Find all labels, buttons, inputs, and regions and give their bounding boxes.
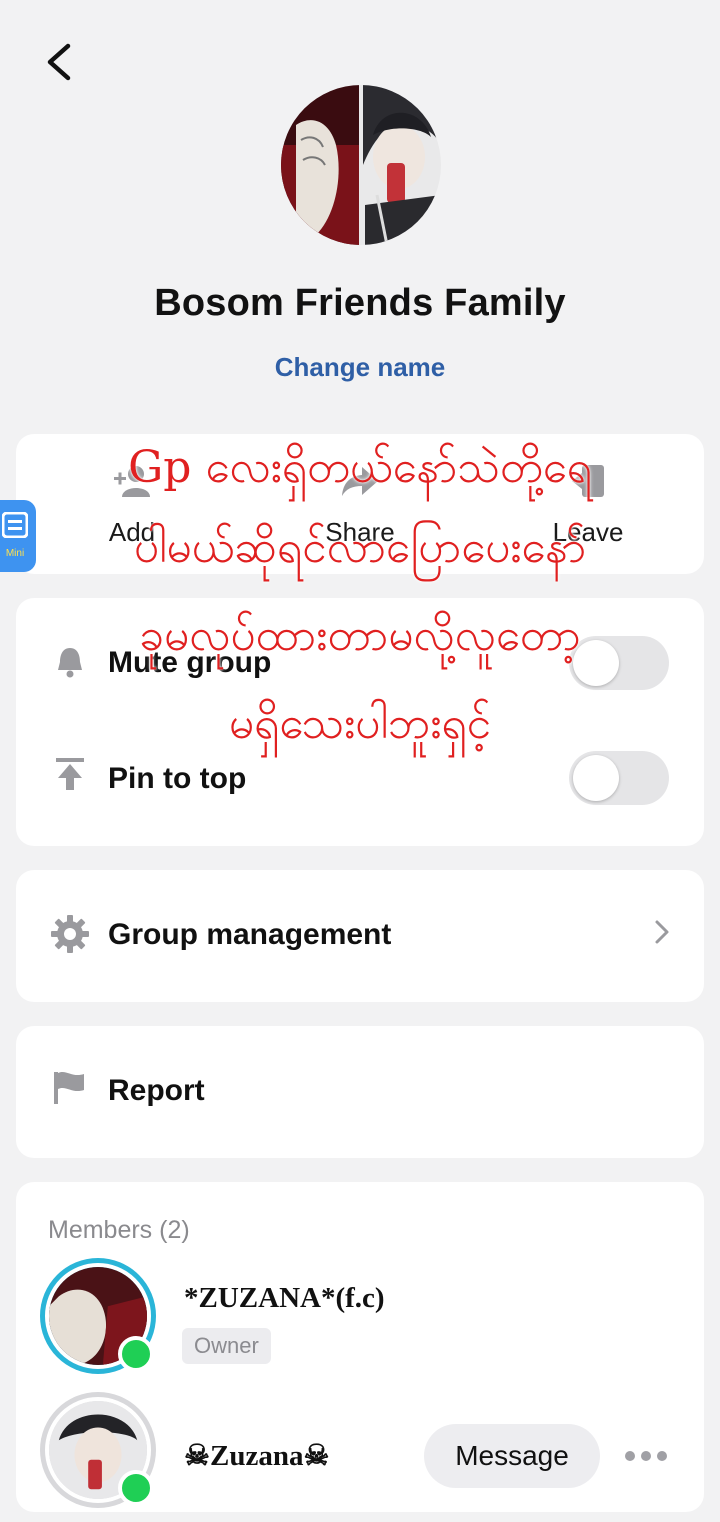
more-dots-icon[interactable] — [624, 1444, 668, 1468]
mini-app-widget[interactable]: Mini — [0, 500, 36, 572]
share-arrow-icon — [342, 466, 378, 496]
back-button[interactable] — [40, 40, 80, 84]
share-label: Share — [325, 516, 395, 547]
member-row[interactable]: ☠Zuzana☠ Message — [40, 1392, 680, 1522]
member-row[interactable]: *ZUZANA*(f.c) Owner — [40, 1258, 680, 1388]
message-button[interactable]: Message — [424, 1424, 600, 1488]
change-name-link[interactable]: Change name — [0, 352, 720, 383]
add-person-icon — [114, 465, 150, 497]
group-management-row[interactable]: Group management — [16, 870, 704, 1002]
gear-icon — [51, 915, 89, 953]
bell-icon — [58, 648, 82, 678]
leave-door-icon — [572, 464, 604, 497]
leave-label: Leave — [552, 516, 624, 547]
member-name: ☠Zuzana☠ — [184, 1440, 330, 1472]
online-status-dot — [118, 1336, 154, 1372]
mini-app-label: Mini — [5, 548, 25, 559]
chevron-right-icon — [655, 920, 669, 944]
report-row[interactable]: Report — [16, 1026, 704, 1158]
pin-to-top-toggle[interactable] — [569, 751, 669, 805]
mini-app-icon — [2, 512, 28, 538]
group-title: Bosom Friends Family — [154, 282, 566, 324]
member-name: *ZUZANA*(f.c) — [184, 1282, 385, 1314]
members-heading: Members (2) — [48, 1216, 190, 1244]
group-avatar-image — [281, 85, 441, 245]
owner-badge: Owner — [182, 1328, 271, 1364]
leave-button[interactable]: Leave — [482, 434, 694, 574]
chevron-left-icon — [47, 43, 71, 81]
group-management-label: Group management — [108, 918, 392, 951]
toggle-knob — [573, 640, 619, 686]
share-button[interactable]: Share — [254, 434, 466, 574]
group-avatar[interactable] — [281, 85, 441, 245]
pin-top-icon — [56, 758, 84, 790]
mute-group-toggle[interactable] — [569, 636, 669, 690]
members-card: Members (2) *ZUZANA*(f.c) Owner ☠Zuzana☠… — [16, 1182, 704, 1512]
pin-to-top-label: Pin to top — [108, 762, 247, 795]
add-label: Add — [108, 516, 156, 547]
add-button[interactable]: Add — [26, 434, 238, 574]
report-label: Report — [108, 1074, 205, 1107]
toggles-card: Mute group Pin to top — [16, 598, 704, 846]
online-status-dot — [118, 1470, 154, 1506]
toggle-knob — [573, 755, 619, 801]
actions-card: Add Share Leave — [16, 434, 704, 574]
mute-group-label: Mute group — [108, 646, 272, 679]
flag-icon — [54, 1071, 84, 1104]
